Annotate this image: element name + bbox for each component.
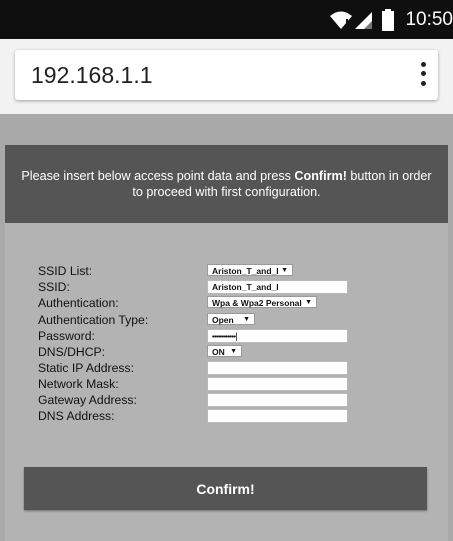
static-ip-row: Static IP Address:	[38, 360, 438, 376]
wifi-alert-icon	[330, 11, 353, 29]
network-mask-label: Network Mask:	[38, 377, 119, 391]
gateway-input[interactable]	[207, 393, 348, 407]
ssid-value: Ariston_T_and_I	[212, 282, 279, 292]
confirm-button-label: Confirm!	[196, 480, 255, 497]
authentication-value: Wpa & Wpa2 Personal	[212, 298, 302, 308]
dns-address-label: DNS Address:	[38, 409, 115, 423]
static-ip-label: Static IP Address:	[38, 361, 134, 375]
chevron-down-icon: ▼	[305, 299, 312, 306]
network-mask-input[interactable]	[207, 377, 348, 391]
authentication-type-row: Authentication Type: Open ▼	[38, 312, 438, 328]
authentication-type-select[interactable]: Open ▼	[207, 313, 255, 325]
authentication-select[interactable]: Wpa & Wpa2 Personal ▼	[207, 296, 317, 308]
network-mask-row: Network Mask:	[38, 376, 438, 392]
ssid-list-select[interactable]: Ariston_T_and_I ▼	[207, 264, 293, 276]
authentication-type-label: Authentication Type:	[38, 313, 149, 327]
password-label: Password:	[38, 329, 95, 343]
confirm-button[interactable]: Confirm!	[24, 467, 427, 510]
dns-address-input[interactable]	[207, 409, 348, 423]
authentication-type-value: Open	[212, 315, 234, 325]
static-ip-input[interactable]	[207, 361, 348, 375]
authentication-row: Authentication: Wpa & Wpa2 Personal ▼	[38, 295, 438, 311]
ssid-list-value: Ariston_T_and_I	[212, 266, 279, 276]
ssid-row: SSID: Ariston_T_and_I	[38, 279, 438, 295]
dns-dhcp-row: DNS/DHCP: ON ▼	[38, 344, 438, 360]
instruction-text-bold: Confirm!	[294, 169, 347, 183]
dns-dhcp-label: DNS/DHCP:	[38, 345, 106, 359]
browser-toolbar: 192.168.1.1	[0, 39, 453, 114]
ssid-input[interactable]: Ariston_T_and_I	[207, 280, 348, 294]
password-value: ••••••••••••	[212, 334, 236, 341]
password-input[interactable]: ••••••••••••|	[207, 329, 348, 343]
clock: 10:50	[405, 9, 453, 30]
chevron-down-icon: ▼	[281, 267, 288, 274]
address-bar[interactable]: 192.168.1.1	[15, 50, 438, 100]
status-bar: 10:50	[0, 0, 453, 39]
instruction-text: Please insert below access point data an…	[5, 168, 448, 200]
ssid-list-row: SSID List: Ariston_T_and_I ▼	[38, 263, 438, 279]
signal-icon	[355, 12, 373, 29]
dns-dhcp-value: ON	[212, 347, 225, 357]
chevron-down-icon: ▼	[243, 316, 250, 323]
gateway-row: Gateway Address:	[38, 392, 438, 408]
url-text[interactable]: 192.168.1.1	[31, 62, 153, 89]
dns-address-row: DNS Address:	[38, 408, 438, 424]
instruction-banner: Please insert below access point data an…	[5, 145, 448, 223]
ssid-list-label: SSID List:	[38, 264, 93, 278]
more-vert-icon[interactable]	[414, 60, 432, 88]
password-row: Password: ••••••••••••|	[38, 328, 438, 344]
instruction-text-start: Please insert below access point data an…	[21, 169, 295, 183]
dns-dhcp-select[interactable]: ON ▼	[207, 345, 242, 357]
gateway-label: Gateway Address:	[38, 393, 137, 407]
authentication-label: Authentication:	[38, 296, 119, 310]
battery-icon	[382, 9, 395, 31]
chevron-down-icon: ▼	[230, 348, 237, 355]
ssid-label: SSID:	[38, 280, 70, 294]
status-icons: 10:50	[329, 9, 453, 31]
